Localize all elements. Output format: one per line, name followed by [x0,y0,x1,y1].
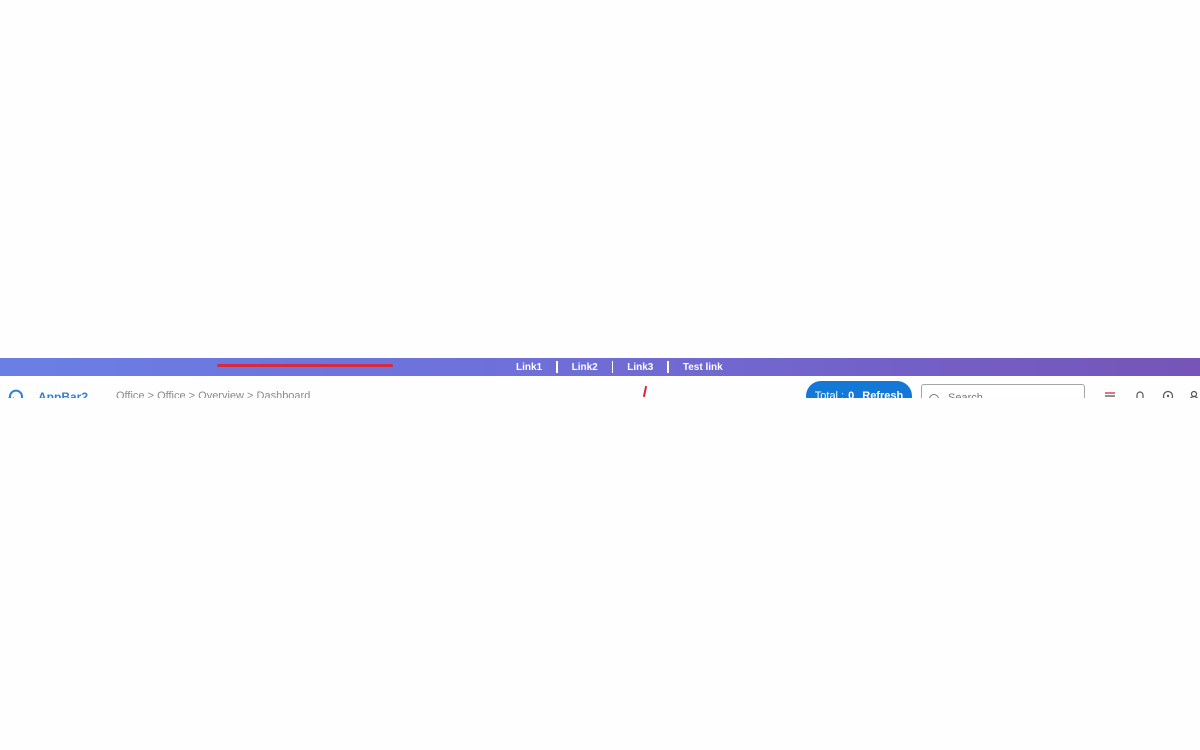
help-icon[interactable] [1162,390,1174,398]
app-name[interactable]: AppBar2 [38,390,88,398]
top-link-1[interactable]: Link1 [502,362,556,373]
red-marker-annotation [217,364,393,367]
search-box[interactable] [921,384,1085,398]
total-count: 0 [848,390,855,398]
app-logo-icon[interactable] [8,388,24,398]
breadcrumb: Office > Office > Overview > Dashboard [116,390,311,398]
refresh-label: Refresh [862,390,904,398]
bell-icon[interactable] [1134,390,1146,398]
search-input[interactable] [946,391,1080,398]
app-header: AppBar2 Office > Office > Overview > Das… [0,376,1200,398]
search-icon [929,394,939,398]
top-links: Link1 Link2 Link3 Test link [502,358,737,376]
list-icon[interactable] [1104,390,1116,398]
user-icon[interactable] [1188,390,1200,398]
top-link-test[interactable]: Test link [669,362,737,373]
total-label: Total : [814,390,845,398]
total-refresh-button[interactable]: Total : 0 Refresh [806,381,912,398]
top-link-3[interactable]: Link3 [613,362,667,373]
red-tick-annotation [642,385,648,398]
top-link-2[interactable]: Link2 [558,362,612,373]
page: Link1 Link2 Link3 Test link AppBar2 Offi… [0,0,1200,750]
